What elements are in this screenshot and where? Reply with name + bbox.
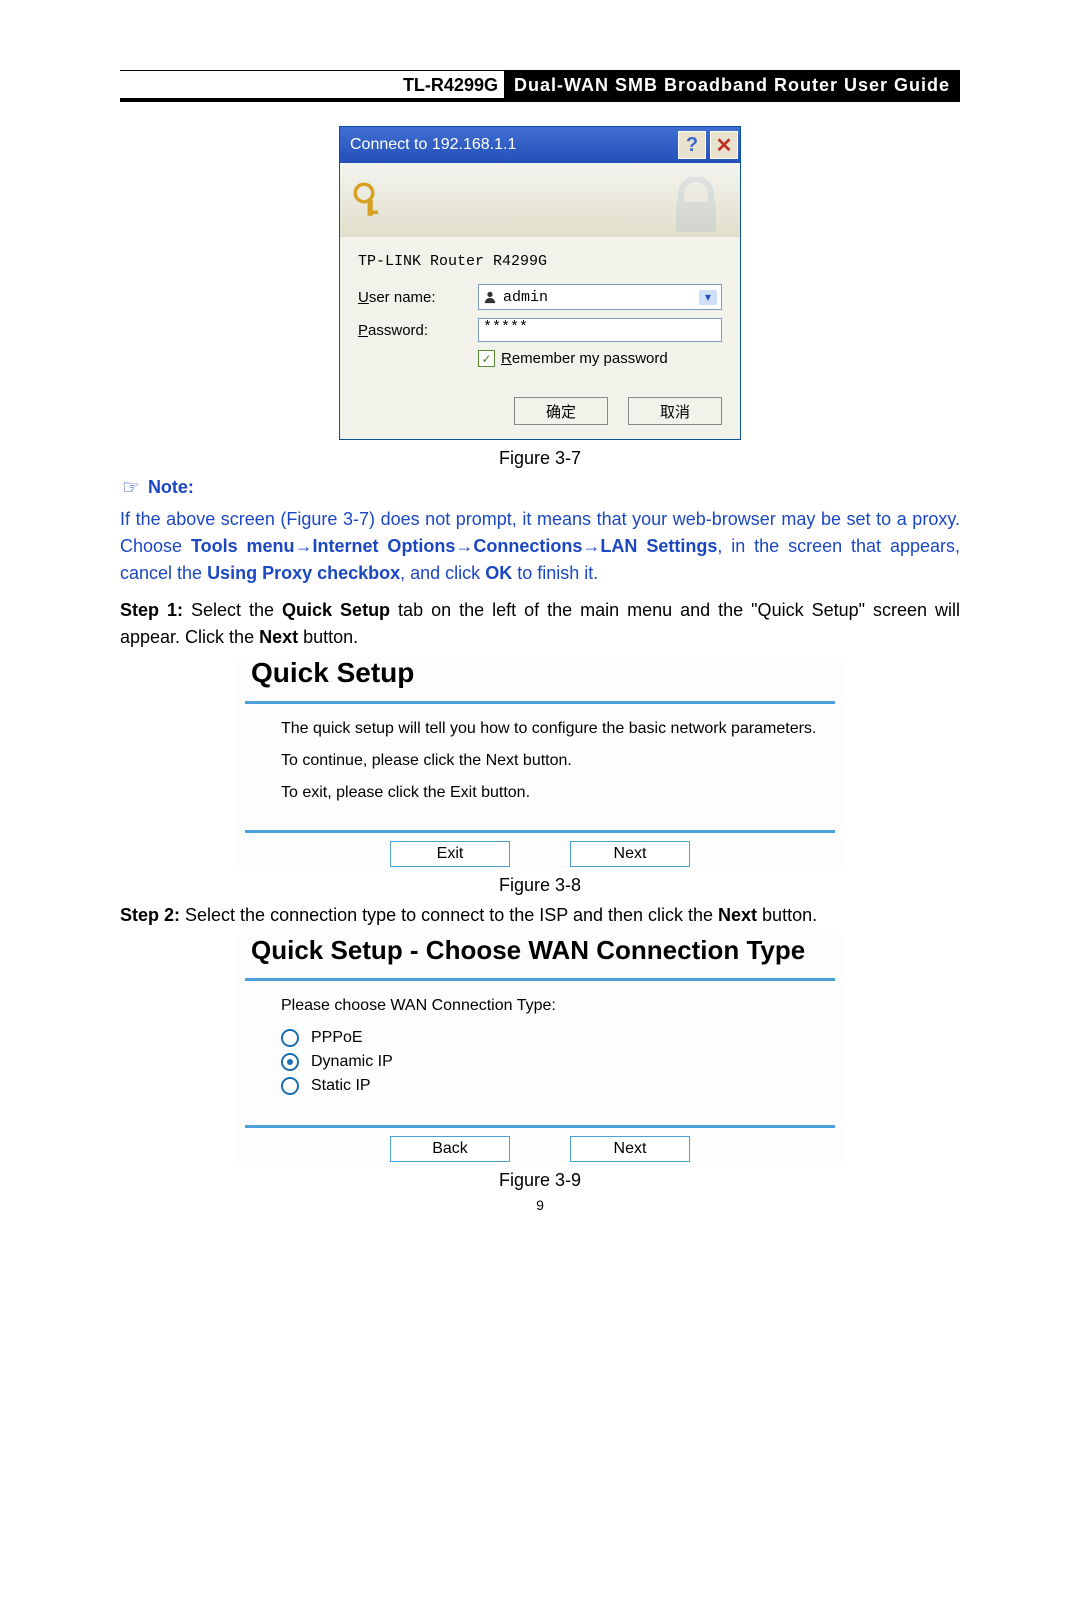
password-value: *****: [483, 319, 528, 336]
back-button[interactable]: Back: [390, 1136, 510, 1162]
username-label: User name:: [358, 289, 478, 306]
password-input[interactable]: *****: [478, 318, 722, 342]
login-banner: [340, 163, 740, 237]
remember-label: Remember my password: [501, 350, 668, 367]
radio-icon: [281, 1053, 299, 1071]
login-dialog: Connect to 192.168.1.1 ? ✕ TP-LINK Route…: [339, 126, 741, 440]
radio-dynamic-label: Dynamic IP: [311, 1053, 393, 1071]
radio-dynamic-ip[interactable]: Dynamic IP: [281, 1053, 819, 1071]
help-button[interactable]: ?: [678, 131, 706, 159]
radio-static-label: Static IP: [311, 1077, 371, 1095]
chevron-down-icon[interactable]: ▾: [699, 290, 717, 305]
close-button[interactable]: ✕: [710, 131, 738, 159]
exit-button[interactable]: Exit: [390, 841, 510, 867]
choose-wan-title: Quick Setup - Choose WAN Connection Type: [251, 935, 845, 966]
quick-setup-panel: Quick Setup The quick setup will tell yo…: [235, 657, 845, 867]
figure-3-8-caption: Figure 3-8: [120, 875, 960, 896]
password-label: Password:: [358, 322, 478, 339]
figure-3-7-caption: Figure 3-7: [120, 448, 960, 469]
remember-checkbox[interactable]: ✓: [478, 350, 495, 367]
next-button[interactable]: Next: [570, 841, 690, 867]
choose-wan-panel: Quick Setup - Choose WAN Connection Type…: [235, 935, 845, 1162]
qs1-line3: To exit, please click the Exit button.: [281, 784, 819, 802]
login-titlebar: Connect to 192.168.1.1 ? ✕: [340, 127, 740, 163]
radio-pppoe[interactable]: PPPoE: [281, 1029, 819, 1047]
page-number: 9: [120, 1197, 960, 1213]
radio-static-ip[interactable]: Static IP: [281, 1077, 819, 1095]
username-value: admin: [503, 289, 699, 306]
radio-icon: [281, 1029, 299, 1047]
step-2: Step 2: Select the connection type to co…: [120, 902, 960, 929]
lock-bg-icon: [666, 177, 736, 237]
qs1-line2: To continue, please click the Next butto…: [281, 752, 819, 770]
note-label: Note:: [148, 477, 194, 498]
cancel-button[interactable]: 取消: [628, 397, 722, 425]
wan-prompt: Please choose WAN Connection Type:: [281, 997, 819, 1015]
pointing-hand-icon: ☞: [122, 475, 140, 500]
header-title: Dual-WAN SMB Broadband Router User Guide: [504, 71, 960, 98]
router-name: TP-LINK Router R4299G: [358, 253, 722, 270]
doc-header: TL-R4299G Dual-WAN SMB Broadband Router …: [120, 70, 960, 102]
note-paragraph: If the above screen (Figure 3-7) does no…: [120, 506, 960, 587]
user-icon: [483, 290, 497, 304]
login-title-text: Connect to 192.168.1.1: [350, 136, 674, 154]
next-button-2[interactable]: Next: [570, 1136, 690, 1162]
username-input[interactable]: admin ▾: [478, 284, 722, 310]
step-1: Step 1: Select the Quick Setup tab on th…: [120, 597, 960, 651]
ok-button[interactable]: 确定: [514, 397, 608, 425]
radio-icon: [281, 1077, 299, 1095]
figure-3-9-caption: Figure 3-9: [120, 1170, 960, 1191]
qs1-line1: The quick setup will tell you how to con…: [281, 720, 819, 738]
radio-pppoe-label: PPPoE: [311, 1029, 363, 1047]
keys-icon: [350, 179, 392, 221]
quick-setup-title: Quick Setup: [251, 657, 845, 689]
header-model: TL-R4299G: [397, 71, 504, 98]
